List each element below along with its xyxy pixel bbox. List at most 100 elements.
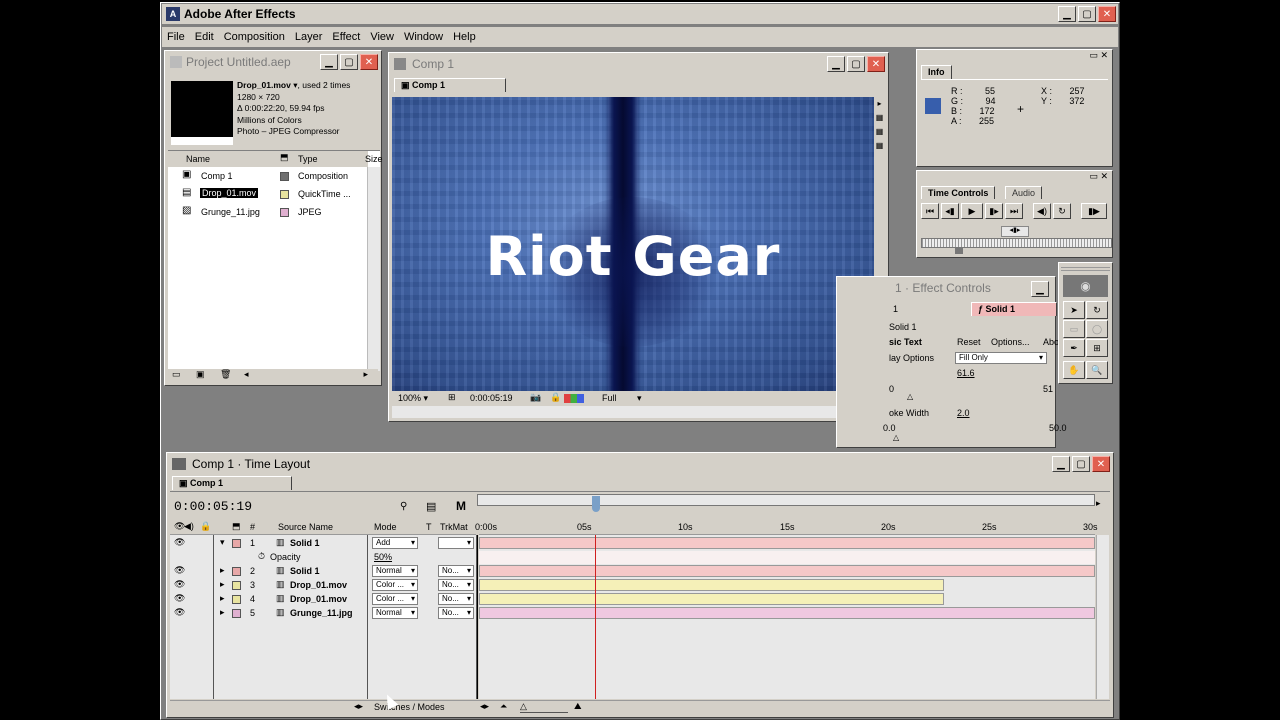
mode-dropdown[interactable]: Add ▾ (372, 537, 418, 549)
pan-behind-tool[interactable]: ⊞ (1086, 339, 1108, 357)
layer-label-swatch[interactable] (232, 595, 241, 604)
trkmat-dropdown[interactable]: No... ▾ (438, 607, 474, 619)
loop-button[interactable]: ↻ (1053, 203, 1071, 219)
menu-help[interactable]: Help (448, 31, 481, 43)
menu-effect[interactable]: Effect (327, 31, 365, 43)
zoom-in-icon[interactable]: ⛰ (574, 701, 582, 712)
frame-blend-icon[interactable]: ▤ (426, 500, 436, 513)
comp-timecode[interactable]: 0:00:05:19 (470, 393, 513, 403)
comp-minimize-button[interactable]: ▁ (827, 56, 845, 72)
trkmat-dropdown[interactable]: No... ▾ (438, 593, 474, 605)
stroke-width-value[interactable]: 2.0 (957, 408, 970, 418)
comp-tab[interactable]: ▣ Comp 1 (394, 78, 506, 92)
opacity-property-row[interactable]: ⏱ Opacity 50% (170, 551, 476, 564)
jog-control[interactable]: ◂▮▸ (1001, 226, 1029, 237)
opacity-value[interactable]: 50% (374, 552, 392, 562)
region-icon[interactable]: ⊞ (448, 392, 456, 403)
scroll-left-icon[interactable]: ◂ (244, 369, 249, 380)
slider2-thumb[interactable]: △ (893, 433, 899, 442)
ram-preview-button[interactable]: ▮▶ (1081, 203, 1107, 219)
twirl-icon[interactable]: ▾ (220, 537, 225, 548)
hand-tool[interactable]: ✋ (1063, 361, 1085, 379)
menu-view[interactable]: View (365, 31, 399, 43)
layer-label-swatch[interactable] (232, 567, 241, 576)
info-tab[interactable]: Info (921, 65, 952, 79)
minimize-button[interactable]: ▁ (1058, 6, 1076, 22)
lock-icon[interactable]: 🔒 (550, 392, 561, 403)
new-comp-icon[interactable]: ▣ (196, 369, 205, 380)
comp-safe-icon[interactable]: ▦ (874, 125, 885, 139)
eye-icon[interactable]: 👁 (174, 537, 185, 548)
close-button[interactable]: ✕ (1098, 6, 1116, 22)
menu-edit[interactable]: Edit (190, 31, 219, 43)
project-item-comp[interactable]: ▣ Comp 1 Composition (168, 169, 380, 183)
eye-icon[interactable]: 👁 (174, 579, 185, 590)
layer-name[interactable]: Drop_01.mov (290, 594, 347, 604)
snapshot-icon[interactable]: 📷 (530, 392, 541, 403)
stopwatch-icon[interactable]: ⏱ (258, 551, 265, 562)
layer-name[interactable]: Solid 1 (290, 566, 320, 576)
twirl-icon[interactable]: ▸ (220, 579, 225, 590)
oval-mask-tool[interactable]: ◯ (1086, 320, 1108, 338)
mode-dropdown[interactable]: Normal ▾ (372, 607, 418, 619)
comp-text-layer[interactable]: Riot Gear (392, 225, 874, 288)
tl-tab[interactable]: ▣ Comp 1 (172, 476, 292, 490)
layer-row-2[interactable]: 👁 ▸ 2 ▥ Solid 1 Normal ▾ No... ▾ (170, 565, 476, 578)
pen-tool[interactable]: ✒ (1063, 339, 1085, 357)
comp-viewer[interactable]: Riot Gear (392, 97, 874, 391)
comp-close-button[interactable]: ✕ (867, 56, 885, 72)
trash-icon[interactable]: 🗑 (220, 369, 231, 380)
layer-row-3[interactable]: 👁 ▸ 3 ▥ Drop_01.mov Color ... ▾ No... ▾ (170, 579, 476, 592)
mode-dropdown[interactable]: Normal ▾ (372, 565, 418, 577)
nav-end-icon[interactable]: ▸ (1096, 498, 1101, 509)
menu-window[interactable]: Window (399, 31, 448, 43)
menu-composition[interactable]: Composition (219, 31, 290, 43)
expand-columns-icon[interactable]: ◂▸ (354, 701, 363, 712)
tl-close-button[interactable]: ✕ (1092, 456, 1110, 472)
layer-duration-bar-1[interactable] (479, 537, 1095, 549)
layer-label-swatch[interactable] (232, 539, 241, 548)
trkmat-dropdown[interactable]: No... ▾ (438, 579, 474, 591)
scroll-right-icon[interactable]: ▸ (363, 369, 368, 380)
zoom-menu[interactable]: 100% ▾ (398, 393, 428, 404)
shuttle-slider[interactable] (921, 238, 1112, 248)
layer-duration-bar-4[interactable] (479, 593, 945, 605)
zoom-slider[interactable]: △ (520, 701, 568, 713)
twirl-icon[interactable]: ▸ (220, 593, 225, 604)
comp-arrow-icon[interactable]: ▸ (874, 97, 885, 111)
expand-timeline-icon[interactable]: ◂▸ (480, 701, 489, 712)
layer-duration-bar-2[interactable] (479, 565, 1095, 577)
label-col-icon[interactable]: ⬒ (280, 152, 289, 163)
eye-icon[interactable]: 👁 (174, 593, 185, 604)
comp-hscrollbar[interactable] (392, 406, 874, 418)
col-size[interactable]: Size (365, 154, 383, 164)
tl-timecode[interactable]: 0:00:05:19 (174, 499, 252, 514)
col-name[interactable]: Name (186, 154, 210, 164)
project-maximize-button[interactable]: ▢ (340, 54, 358, 70)
first-frame-button[interactable]: ⏮ (921, 203, 939, 219)
channel-rgb-icon[interactable] (564, 394, 584, 403)
layer-name[interactable]: Drop_01.mov (290, 580, 347, 590)
trkmat-dropdown[interactable]: ▾ (438, 537, 474, 549)
tl-vscrollbar[interactable] (1096, 535, 1109, 699)
mode-dropdown[interactable]: Color ... ▾ (372, 593, 418, 605)
motion-blur-button[interactable]: M (456, 499, 466, 513)
tl-maximize-button[interactable]: ▢ (1072, 456, 1090, 472)
project-close-button[interactable]: ✕ (360, 54, 378, 70)
col-source[interactable]: Source Name (278, 522, 333, 532)
zoom-out-icon[interactable]: ⏶ (500, 701, 507, 712)
time-navigator[interactable] (477, 494, 1095, 506)
col-type[interactable]: Type (298, 154, 318, 164)
reset-button[interactable]: Reset (957, 337, 981, 347)
play-button[interactable]: ▶ (961, 203, 983, 219)
rect-mask-tool[interactable]: ▭ (1063, 320, 1085, 338)
project-vscrollbar[interactable] (367, 167, 380, 371)
comp-maximize-button[interactable]: ▢ (847, 56, 865, 72)
trkmat-dropdown[interactable]: No... ▾ (438, 565, 474, 577)
comp-grid-icon[interactable]: ▦ (874, 111, 885, 125)
time-ruler[interactable]: 0:00s 05s 10s 15s 20s 25s 30s (475, 520, 1098, 535)
audio-toggle-button[interactable]: ◀) (1033, 203, 1051, 219)
slider1-thumb[interactable]: △ (907, 392, 913, 401)
layer-label-swatch[interactable] (232, 581, 241, 590)
display-options-dropdown[interactable]: Fill Only ▾ (955, 352, 1047, 364)
